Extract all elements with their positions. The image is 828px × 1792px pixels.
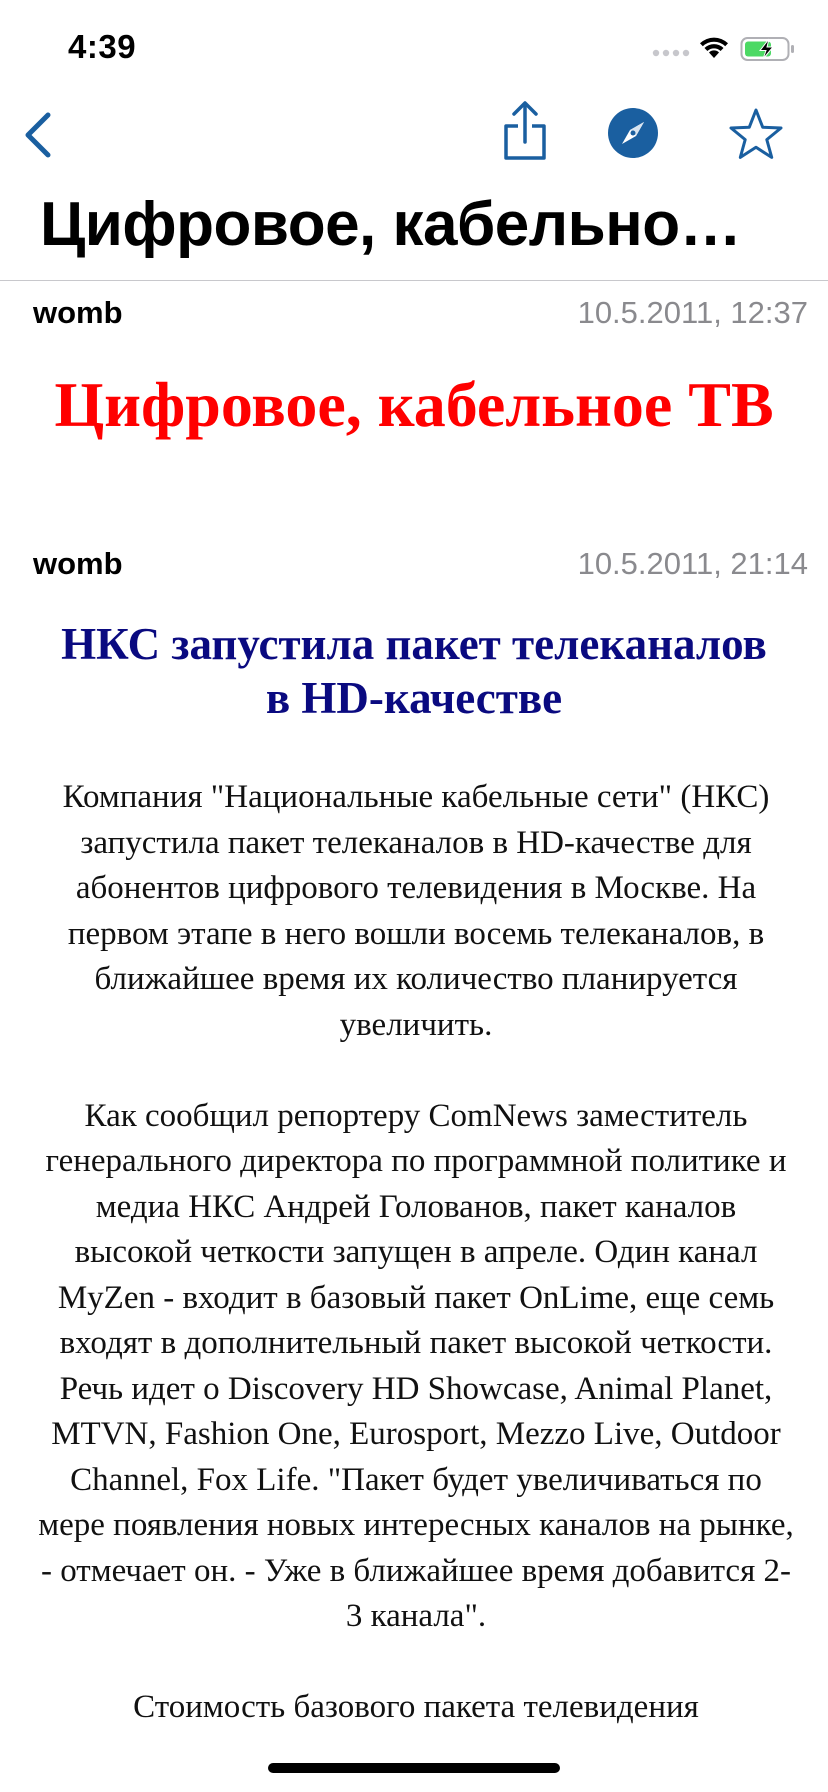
chevron-left-icon — [25, 112, 51, 158]
page-title: Цифровое, кабельно… — [40, 190, 742, 259]
star-icon — [729, 108, 783, 159]
battery-charging-icon — [740, 37, 794, 61]
post-headline: Цифровое, кабельное ТВ — [54, 369, 774, 440]
article-paragraph: Стоимость базового пакета телевидения — [133, 1689, 699, 1725]
share-icon — [504, 101, 546, 160]
post-meta: womb 10.5.2011, 12:37 — [33, 295, 808, 335]
divider — [0, 280, 828, 281]
post-date: 10.5.2011, 21:14 — [577, 546, 808, 581]
signal-dots-icon — [652, 49, 690, 57]
home-indicator[interactable] — [268, 1763, 560, 1773]
compass-icon — [608, 108, 658, 158]
favorite-button[interactable] — [726, 105, 786, 165]
back-button[interactable] — [18, 105, 58, 165]
open-in-safari-button[interactable] — [606, 106, 660, 160]
post-date: 10.5.2011, 12:37 — [577, 295, 808, 330]
post-headline: НКС запустила пакет телеканалов в HD-кач… — [61, 619, 767, 723]
article-paragraph: Как сообщил репортеру ComNews заместител… — [38, 1097, 794, 1635]
status-bar: 4:39 — [0, 0, 828, 100]
post-meta: womb 10.5.2011, 21:14 — [33, 546, 808, 586]
share-button[interactable] — [500, 100, 550, 165]
status-time: 4:39 — [68, 28, 137, 65]
navigation-bar — [0, 95, 828, 185]
article-body: Компания "Национальные кабельные сети" (… — [36, 775, 796, 1776]
post-author[interactable]: womb — [33, 546, 123, 582]
post-author[interactable]: womb — [33, 295, 123, 331]
wifi-icon — [700, 37, 728, 58]
article-paragraph: Компания "Национальные кабельные сети" (… — [62, 779, 770, 1043]
